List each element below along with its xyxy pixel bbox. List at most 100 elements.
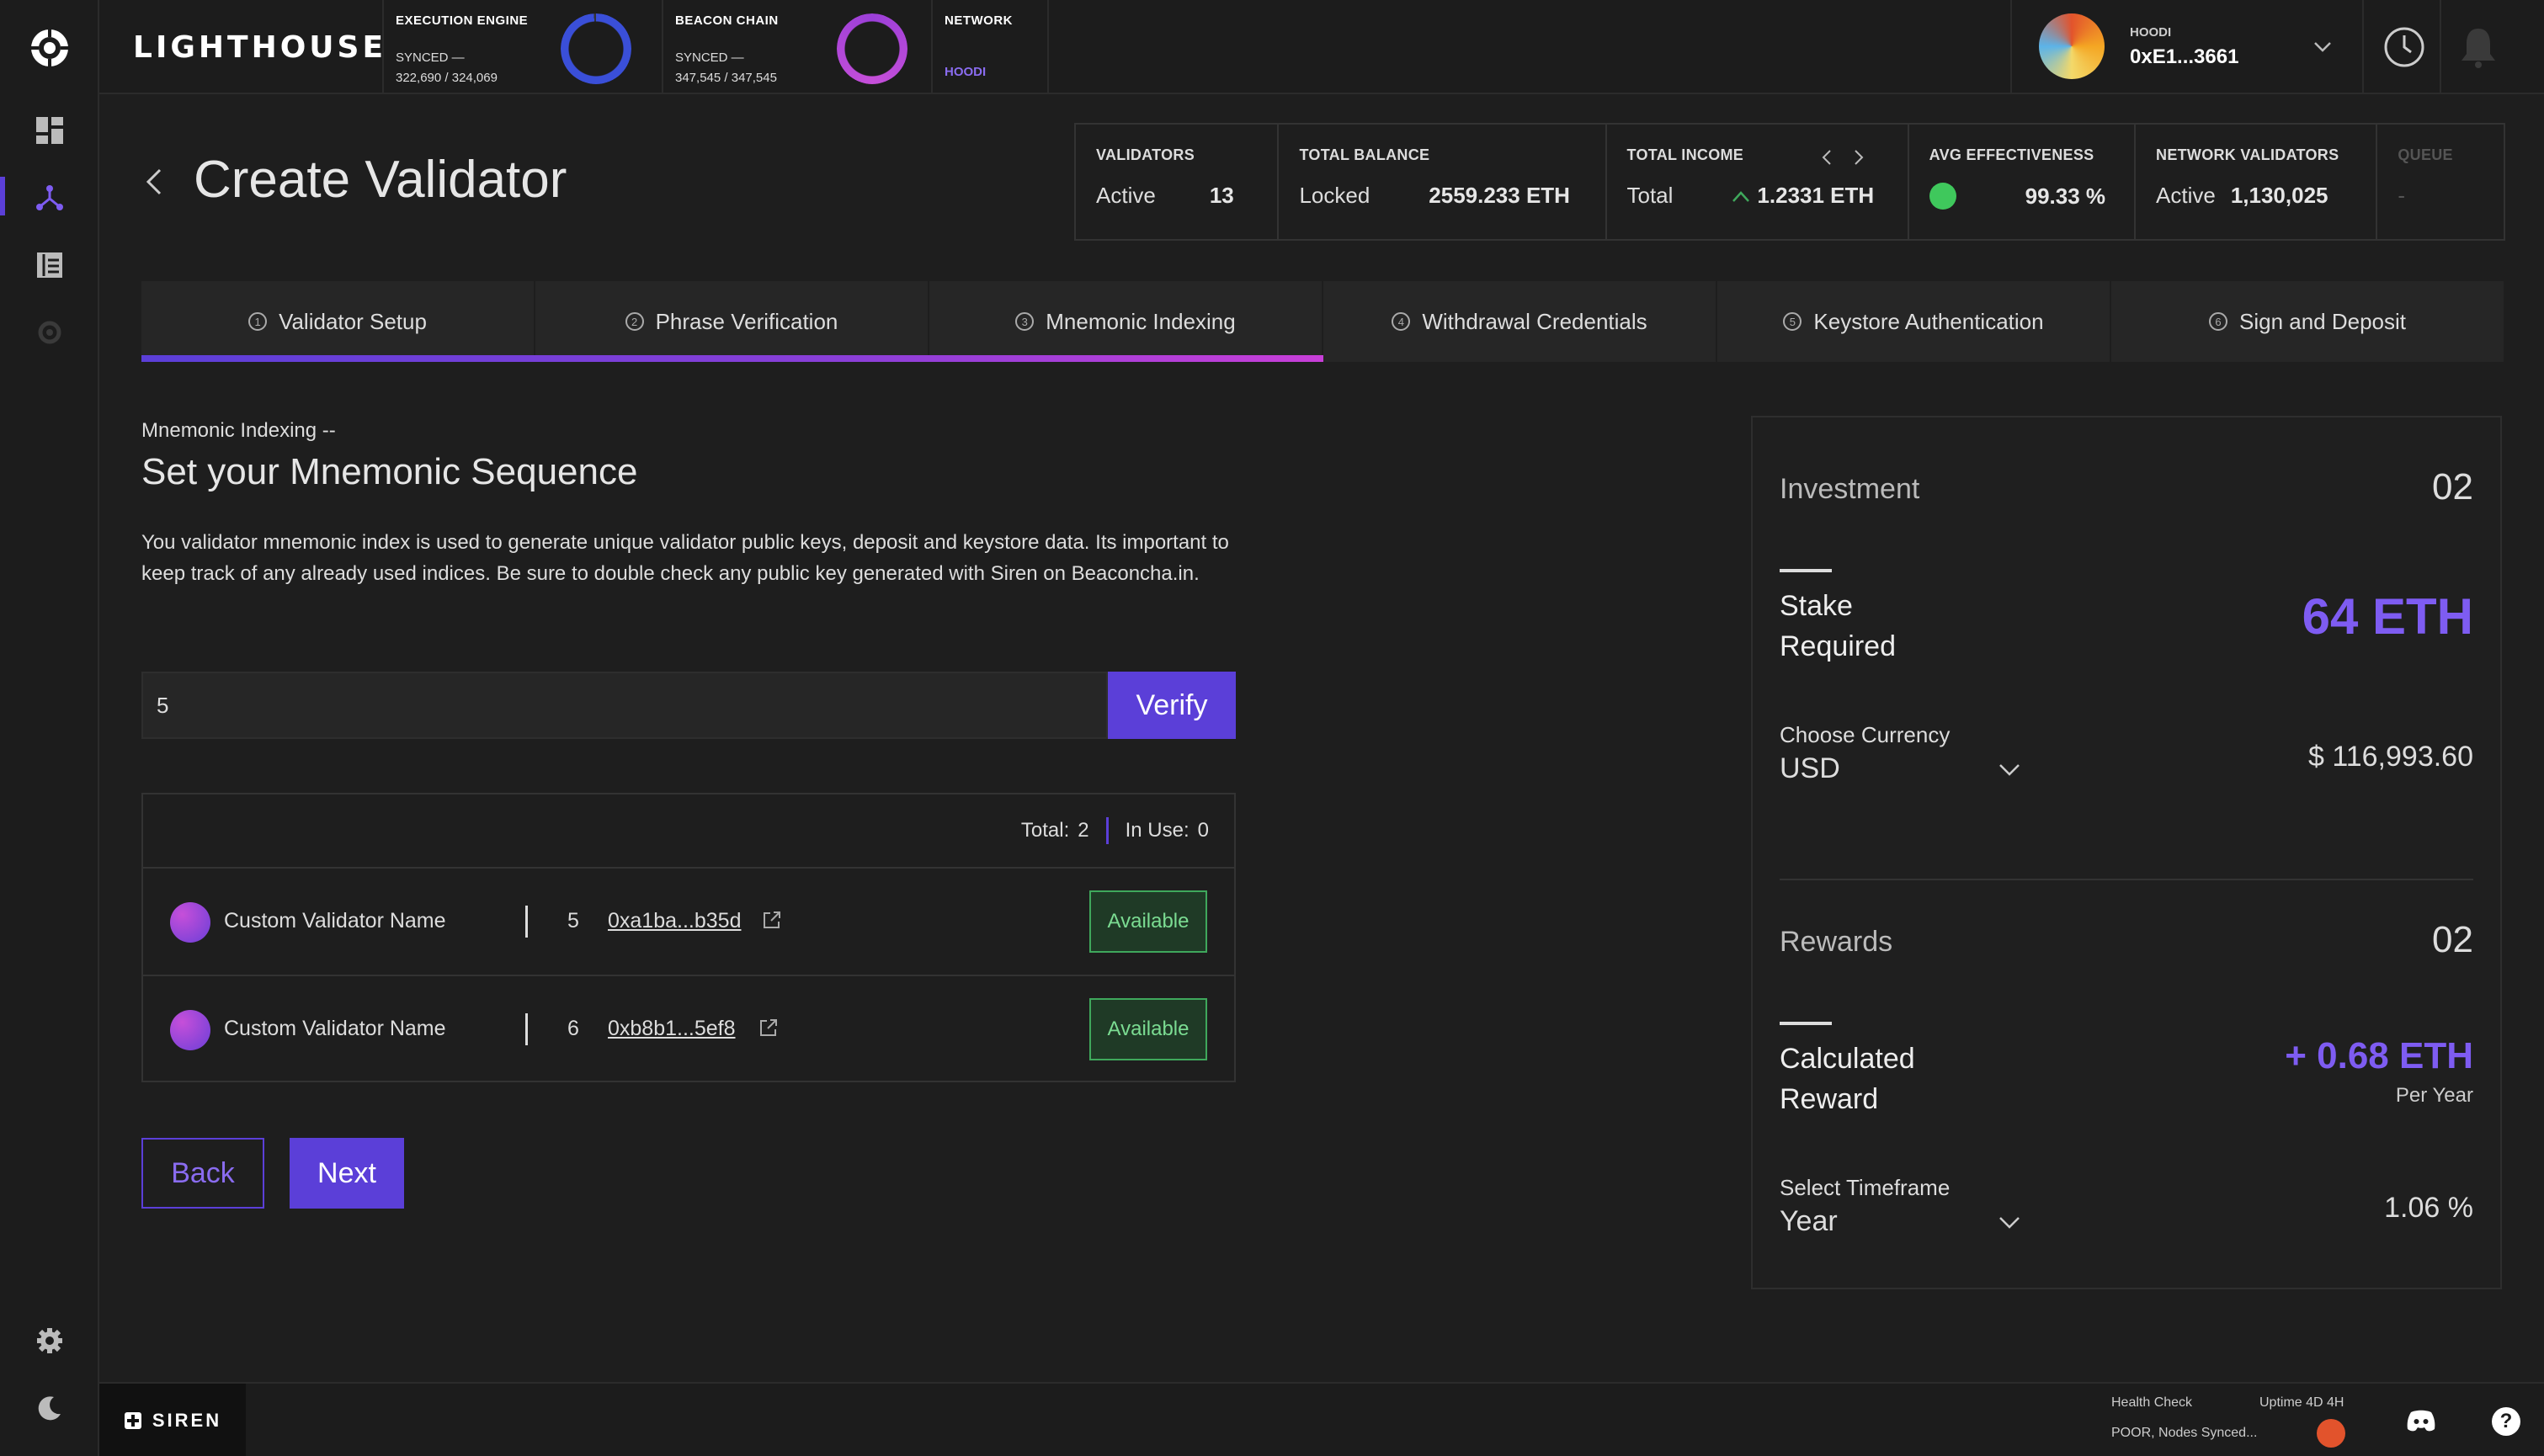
lighthouse-logo-icon[interactable] [29, 27, 71, 69]
validator-pubkey-link[interactable]: 0xa1ba...b35d [608, 909, 741, 933]
step-mnemonic-indexing[interactable]: 3 Mnemonic Indexing [929, 281, 1323, 362]
account-address: 0xE1...3661 [2130, 45, 2239, 68]
dashboard-icon[interactable] [32, 113, 67, 148]
status-badge: Available [1089, 998, 1207, 1060]
summary-network-validators: NETWORK VALIDATORS Active 1,130,025 [2136, 125, 2378, 239]
grafana-icon[interactable] [32, 315, 67, 350]
row-divider [525, 1013, 528, 1045]
step-label: Withdrawal Credentials [1422, 308, 1647, 334]
step-label: Mnemonic Indexing [1046, 308, 1236, 334]
income-next-chevron-icon[interactable] [1851, 148, 1866, 167]
validator-name: Custom Validator Name [224, 1017, 446, 1040]
health-check-title: Health Check [2111, 1395, 2193, 1410]
row-divider [525, 906, 528, 938]
step-number: 6 [2208, 312, 2227, 331]
back-arrow-icon[interactable] [143, 167, 167, 197]
section-subtitle: Mnemonic Indexing -- [141, 419, 336, 442]
status-badge: Available [1089, 890, 1207, 953]
health-check-status: POOR, Nodes Synced... [2111, 1426, 2258, 1440]
summary-effectiveness-row: 99.33 % [1929, 183, 2134, 210]
currency-label: Choose Currency [1780, 722, 1951, 747]
step-keystore-authentication[interactable]: 5 Keystore Authentication [1717, 281, 2111, 362]
brand-logo: LIGHTHOUSE [133, 30, 387, 65]
network-title: NETWORK [945, 13, 1013, 28]
external-link-icon[interactable] [758, 1017, 780, 1039]
page-title: Create Validator [194, 151, 567, 209]
mnemonic-index-input[interactable] [141, 672, 1108, 739]
income-prev-chevron-icon[interactable] [1819, 148, 1834, 167]
step-sign-and-deposit[interactable]: 6 Sign and Deposit [2111, 281, 2505, 362]
calculated-reward-label: Calculated Reward [1780, 1043, 1915, 1115]
logs-icon[interactable] [32, 247, 67, 283]
summary-effectiveness-label: AVG EFFECTIVENESS [1929, 146, 2094, 163]
create-validator-stepper: 1 Validator Setup 2 Phrase Verification 3M… [141, 281, 2505, 362]
step-number: 4 [1392, 312, 1411, 331]
in-use-label: In Use: [1125, 819, 1190, 842]
verify-button[interactable]: Verify [1108, 672, 1236, 739]
step-number: 5 [1783, 312, 1802, 331]
summary-validators: VALIDATORS Active 13 [1076, 125, 1280, 239]
table-row: Custom Validator Name 6 0xb8b1...5ef8 Av… [143, 976, 1234, 1081]
summary-queue-label: QUEUE [2398, 146, 2453, 163]
summary-balance-label: TOTAL BALANCE [1299, 146, 1430, 163]
summary-validators-label: VALIDATORS [1096, 146, 1195, 163]
investment-summary-panel: Investment 02 Stake Required 64 ETH Choos… [1751, 416, 2502, 1289]
settings-gear-icon[interactable] [32, 1323, 67, 1358]
summary-queue-value: - [2398, 183, 2406, 208]
trend-up-icon [1732, 190, 1750, 202]
account-avatar [2039, 13, 2105, 79]
beacon-chain-status[interactable]: BEACON CHAIN SYNCED —347,545 / 347,545 [662, 0, 931, 94]
discord-icon[interactable] [2406, 1409, 2436, 1432]
currency-select[interactable]: USD [1780, 752, 1840, 785]
table-header: Total: 2 In Use: 0 [143, 794, 1234, 869]
chevron-down-icon[interactable] [1997, 1212, 2022, 1232]
external-link-icon[interactable] [761, 909, 783, 931]
total-label: Total: [1020, 819, 1070, 842]
panel-divider [1780, 879, 2473, 880]
history-clock-icon[interactable] [2382, 25, 2426, 69]
timeframe-label: Select Timeframe [1780, 1175, 1951, 1200]
step-validator-setup[interactable]: 1 Validator Setup [141, 281, 535, 362]
help-icon[interactable]: ? [2492, 1407, 2520, 1436]
notification-bell-icon[interactable] [2460, 25, 2497, 69]
chevron-down-icon[interactable] [1997, 759, 2022, 779]
summary-balance-row: Locked 2559.233 ETH [1299, 183, 1570, 208]
step-number: 1 [248, 312, 268, 331]
uptime-label: Uptime 4D 4H [2259, 1395, 2344, 1410]
summary-validators-row: Active 13 [1096, 183, 1234, 208]
summary-network-label: NETWORK VALIDATORS [2156, 146, 2339, 163]
section-description: You validator mnemonic index is used to … [141, 531, 1229, 585]
validator-avatar [170, 1010, 210, 1050]
investment-title: Investment [1780, 473, 1920, 505]
execution-engine-status[interactable]: EXECUTION ENGINE SYNCED —322,690 / 324,0… [382, 0, 662, 94]
account-selector[interactable]: HOODI 0xE1...3661 [2010, 0, 2364, 94]
dark-mode-moon-icon[interactable] [32, 1390, 67, 1426]
siren-label: SIREN [152, 1410, 222, 1431]
timeframe-select[interactable]: Year [1780, 1205, 1838, 1238]
sidebar [0, 0, 99, 1456]
siren-logo-icon [124, 1412, 141, 1429]
top-bar: LIGHTHOUSE EXECUTION ENGINE SYNCED —322,… [99, 0, 2544, 94]
validator-pubkey-link[interactable]: 0xb8b1...5ef8 [608, 1017, 736, 1041]
investment-fiat-amount: $ 116,993.60 [2308, 741, 2473, 773]
chevron-down-icon[interactable] [2312, 35, 2334, 57]
beacon-sync-ring [837, 13, 907, 84]
network-status: NETWORK HOODI [931, 0, 1049, 94]
summary-network-row: Active 1,130,025 [2156, 183, 2328, 208]
siren-brand[interactable]: SIREN [99, 1384, 246, 1456]
back-button[interactable]: Back [141, 1138, 264, 1209]
step-withdrawal-credentials[interactable]: 4 Withdrawal Credentials [1323, 281, 1717, 362]
step-label: Validator Setup [279, 308, 427, 334]
footer: SIREN Health Check POOR, Nodes Synced...… [99, 1382, 2544, 1456]
validator-index: 6 [567, 1017, 579, 1040]
network-value: HOODI [945, 65, 987, 79]
validators-icon[interactable] [32, 180, 67, 215]
reward-period: Per Year [2395, 1084, 2473, 1107]
total-value: 2 [1078, 819, 1089, 842]
step-phrase-verification[interactable]: 2 Phrase Verification [535, 281, 929, 362]
summary-total-balance: TOTAL BALANCE Locked 2559.233 ETH [1279, 125, 1607, 239]
summary-queue: QUEUE - [2377, 125, 2504, 239]
next-button[interactable]: Next [290, 1138, 404, 1209]
health-status-dot[interactable] [2317, 1419, 2345, 1448]
validator-index: 5 [567, 909, 579, 933]
